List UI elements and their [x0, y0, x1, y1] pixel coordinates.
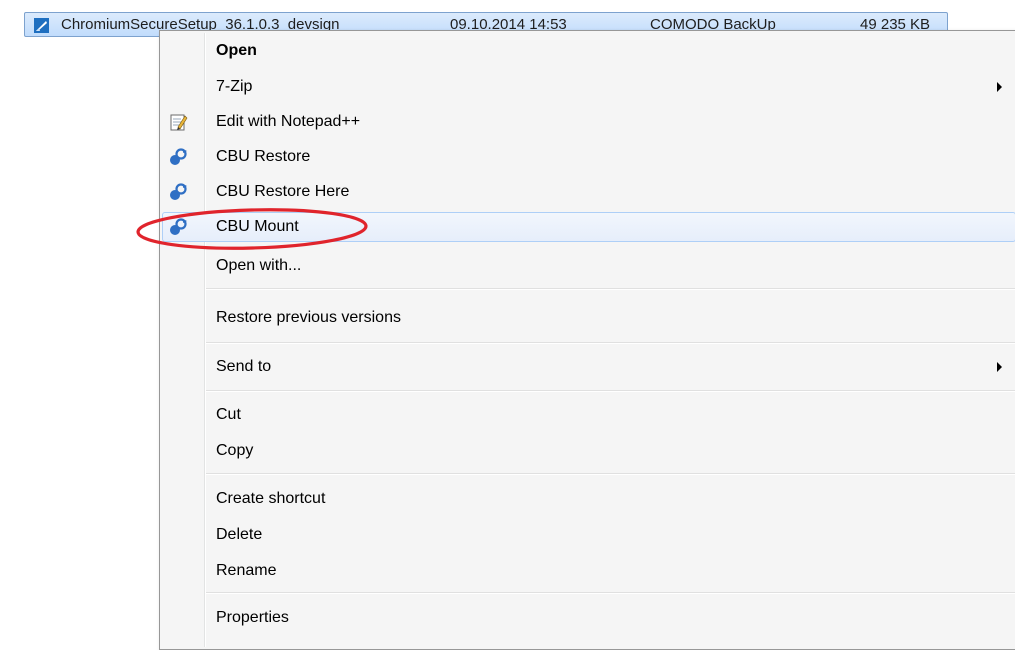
menu-item-label: CBU Restore: [216, 148, 311, 165]
menu-separator: [206, 342, 1015, 344]
menu-item-restore-previous-versions[interactable]: Restore previous versions: [162, 303, 1015, 333]
menu-item-label: Restore previous versions: [216, 309, 401, 326]
menu-item-label: Cut: [216, 406, 241, 423]
menu-separator: [206, 288, 1015, 290]
menu-item-cut[interactable]: Cut: [162, 400, 1015, 430]
menu-item-label: CBU Mount: [216, 218, 299, 235]
menu-item-delete[interactable]: Delete: [162, 520, 1015, 550]
menu-item-label: Copy: [216, 442, 254, 459]
menu-item-cbu-mount[interactable]: CBU Mount: [162, 212, 1015, 242]
cbu-icon: [170, 148, 187, 165]
menu-item-open[interactable]: Open: [162, 36, 1015, 66]
menu-item-label: CBU Restore Here: [216, 183, 350, 200]
menu-item-label: Properties: [216, 609, 289, 626]
menu-item-cbu-restore-here[interactable]: CBU Restore Here: [162, 177, 1015, 207]
cbu-file-icon: [34, 18, 49, 33]
menu-separator: [206, 592, 1015, 594]
menu-item-copy[interactable]: Copy: [162, 436, 1015, 466]
menu-item-label: Create shortcut: [216, 490, 326, 507]
menu-item-7zip[interactable]: 7-Zip: [162, 72, 1015, 102]
menu-item-label: Send to: [216, 358, 272, 375]
menu-item-create-shortcut[interactable]: Create shortcut: [162, 484, 1015, 514]
menu-item-cbu-restore[interactable]: CBU Restore: [162, 142, 1015, 172]
menu-item-label: Open: [216, 42, 257, 59]
cbu-icon: [170, 183, 187, 200]
menu-item-edit-notepadpp[interactable]: Edit with Notepad++: [162, 107, 1015, 137]
menu-item-label: 7-Zip: [216, 78, 253, 95]
menu-separator: [206, 390, 1015, 392]
menu-item-open-with[interactable]: Open with...: [162, 251, 1015, 281]
menu-item-rename[interactable]: Rename: [162, 556, 1015, 586]
menu-item-send-to[interactable]: Send to: [162, 352, 1015, 382]
cbu-icon: [170, 218, 187, 235]
menu-item-label: Edit with Notepad++: [216, 113, 361, 130]
submenu-arrow-icon: [997, 82, 1002, 92]
context-menu: Open 7-Zip Edit with Notepad++ CBU Resto…: [159, 30, 1015, 650]
menu-item-label: Rename: [216, 562, 277, 579]
menu-separator: [206, 473, 1015, 475]
notepad-plus-icon: [170, 114, 188, 131]
menu-item-properties[interactable]: Properties: [162, 603, 1015, 633]
menu-item-label: Open with...: [216, 257, 302, 274]
menu-item-label: Delete: [216, 526, 263, 543]
submenu-arrow-icon: [997, 362, 1002, 372]
